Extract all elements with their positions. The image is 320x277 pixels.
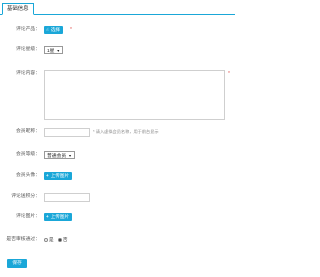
chevron-down-icon: ▼ [56,49,61,53]
upload-avatar-button-label: 上传图片 [50,173,70,178]
tab-basic-info[interactable]: 基础信息 [2,3,34,15]
upload-avatar-button[interactable]: + 上传图片 [44,172,73,180]
plus-icon: + [46,173,49,178]
approved-radio-group: 是 否 [44,236,68,244]
points-label: 评论送积分： [11,194,40,199]
content-textarea[interactable] [44,70,225,120]
member-name-input[interactable] [44,128,90,137]
radio-icon [44,238,48,242]
radio-option-no-label: 否 [62,237,68,242]
chevron-down-icon: ▼ [68,154,72,158]
member-name-label: 会员昵称： [16,129,40,134]
images-label: 评论图片： [16,214,40,219]
approved-label: 是否审核通过： [6,237,40,242]
save-button[interactable]: 保存 [7,259,27,268]
rating-label: 评论星级： [16,47,40,52]
required-mark: * [228,71,230,77]
member-level-select[interactable]: 普通会员 ▼ [44,151,75,159]
product-label: 评论产品： [16,27,40,32]
points-input[interactable] [44,193,90,202]
upload-images-button[interactable]: + 上传图片 [44,213,73,221]
rating-select-value: 1星 [47,49,55,54]
member-avatar-label: 会员头像： [16,173,40,178]
plus-icon: + [46,214,49,219]
upload-images-button-label: 上传图片 [50,214,70,219]
radio-option-yes[interactable]: 是 [44,237,54,242]
member-level-label: 会员等级： [16,152,40,157]
radio-option-no[interactable]: 否 [57,237,68,242]
radio-option-yes-label: 是 [49,237,54,242]
select-product-button[interactable]: ☝ 选择 [44,26,64,34]
select-product-button-label: 选择 [50,27,61,32]
tab-bar: 基础信息 [0,0,235,15]
rating-select[interactable]: 1星 ▼ [44,46,64,54]
content-label: 评论内容： [16,71,40,76]
required-mark: * [70,27,72,33]
member-level-select-value: 普通会员 [47,154,67,159]
radio-checked-icon [57,238,62,242]
hand-pointer-icon: ☝ [46,27,49,32]
member-name-hint: * 请入虚拟会员名称，用于前台显示 [93,129,159,134]
